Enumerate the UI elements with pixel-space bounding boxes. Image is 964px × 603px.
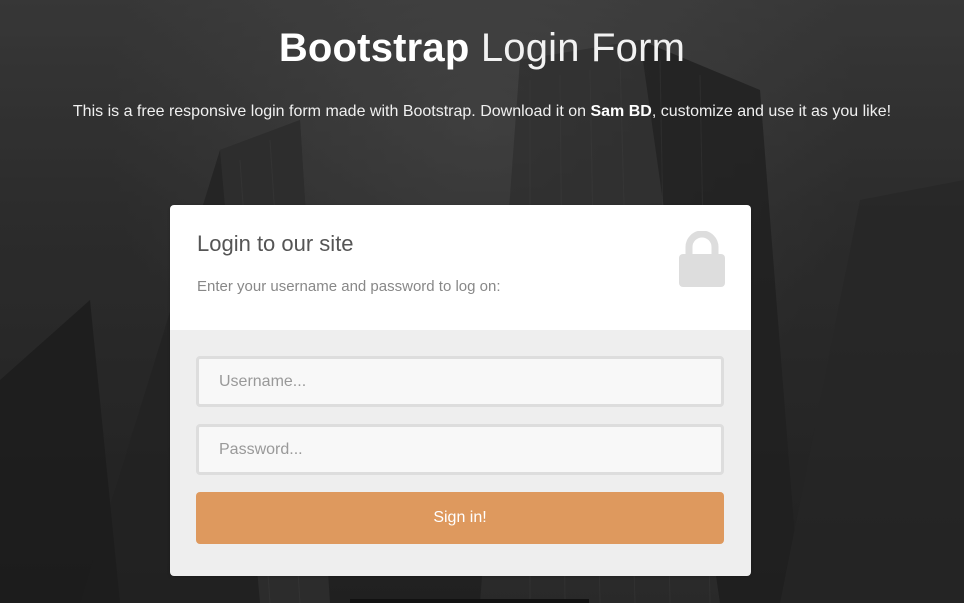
page-title-bold: Bootstrap [278, 26, 470, 70]
login-form: Login to our site Enter your username an… [170, 205, 751, 576]
form-body: Sign in! [170, 330, 751, 576]
page-title: Bootstrap Login Form [0, 22, 964, 74]
login-page: Bootstrap Login Form This is a free resp… [0, 0, 964, 603]
page-title-light: Login Form [480, 26, 686, 70]
username-input[interactable] [196, 356, 724, 407]
lock-icon [679, 231, 725, 287]
password-input[interactable] [196, 424, 724, 475]
sam-bd-link[interactable]: Sam BD [590, 103, 651, 120]
main-content: Bootstrap Login Form This is a free resp… [0, 0, 964, 603]
description-text-end: , customize and use it as you like! [651, 103, 892, 120]
bottom-divider [350, 599, 589, 603]
description-text-start: This is a free responsive login form mad… [72, 103, 591, 120]
form-header: Login to our site Enter your username an… [170, 205, 751, 330]
page-description: This is a free responsive login form mad… [60, 96, 904, 128]
form-subtitle: Enter your username and password to log … [197, 278, 501, 295]
sign-in-button[interactable]: Sign in! [196, 492, 724, 544]
form-title: Login to our site [197, 231, 354, 256]
